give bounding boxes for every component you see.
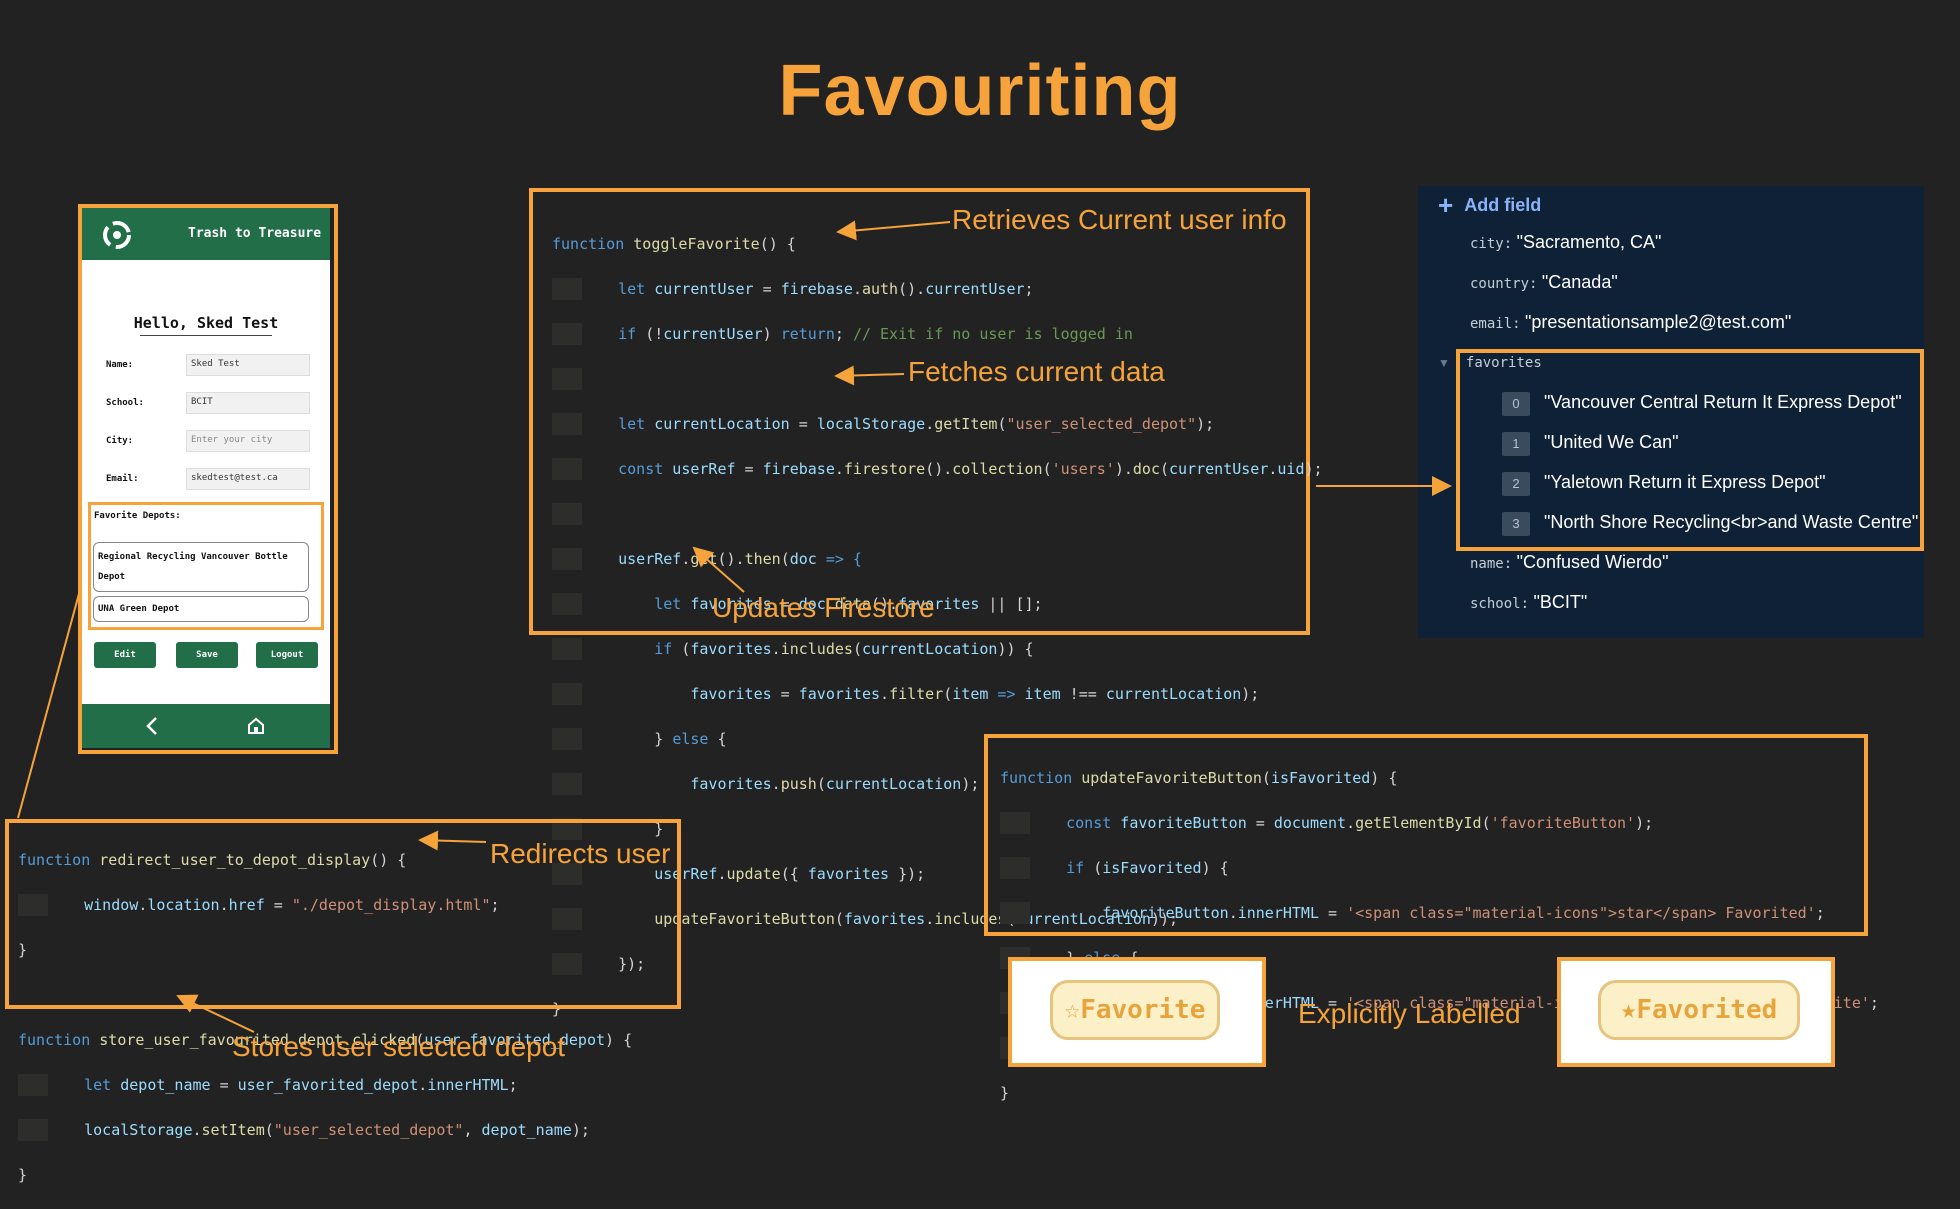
email-label: Email: <box>106 474 139 484</box>
code-line: if (favorites.includes(currentLocation))… <box>552 637 1323 660</box>
email-field[interactable]: skedtest@test.ca <box>186 468 310 490</box>
code-line: favoriteButton.innerHTML = '<span class=… <box>1000 901 1879 924</box>
code-line: } <box>18 1165 28 1184</box>
code-line: } <box>1000 1083 1010 1102</box>
code-line: if (isFavorited) { <box>1000 856 1879 879</box>
code-line: } <box>18 940 28 959</box>
annotation-fetches: Fetches current data <box>908 356 1165 387</box>
code-line: userRef.get().then(doc => { <box>552 547 1323 570</box>
field-country[interactable]: country: "Canada" <box>1470 272 1618 293</box>
logout-button[interactable]: Logout <box>256 642 318 668</box>
add-field-button[interactable]: + Add field <box>1438 190 1541 221</box>
bottom-nav <box>82 704 330 748</box>
home-icon[interactable] <box>246 716 266 741</box>
code-line: localStorage.setItem("user_selected_depo… <box>18 1118 632 1141</box>
plus-icon: + <box>1438 190 1454 220</box>
code-line: let favorites = doc.data().favorites || … <box>552 592 1323 615</box>
annotation-redirects: Redirects user <box>490 838 671 869</box>
app-title: Trash to Treasure <box>188 226 322 241</box>
field-school[interactable]: school: "BCIT" <box>1470 592 1587 613</box>
annotation-retrieves: Retrieves Current user info <box>952 204 1287 235</box>
redirect-code: function redirect_user_to_depot_display(… <box>18 826 632 1209</box>
code-line: favorites = favorites.filter(item => ite… <box>552 682 1323 705</box>
favorite-depot-item[interactable]: Regional Recycling Vancouver Bottle Depo… <box>93 542 309 592</box>
code-line: window.location.href = "./depot_display.… <box>18 893 632 916</box>
annotation-explicit: Explicitly Labelled <box>1298 998 1521 1029</box>
school-label: School: <box>106 398 144 408</box>
save-button[interactable]: Save <box>176 642 238 668</box>
city-field[interactable]: Enter your city <box>186 430 310 452</box>
greeting: Hello, Sked Test <box>133 314 279 332</box>
field-name[interactable]: name: "Confused Wierdo" <box>1470 552 1668 573</box>
greeting-underline <box>140 335 272 336</box>
code-line <box>552 502 1323 525</box>
field-email[interactable]: email: "presentationsample2@test.com" <box>1470 312 1791 333</box>
city-label: City: <box>106 436 134 446</box>
slide-title: Favouriting <box>778 51 1182 131</box>
code-line: let currentLocation = localStorage.getIt… <box>552 412 1323 435</box>
annotation-updates: Updates Firestore <box>712 592 935 623</box>
edit-button[interactable]: Edit <box>94 642 156 668</box>
field-city[interactable]: city: "Sacramento, CA" <box>1470 232 1661 253</box>
favorited-button[interactable]: ★Favorited <box>1598 980 1800 1040</box>
favorite-depots-heading: Favorite Depots: <box>94 511 181 521</box>
code-line: let currentUser = firebase.auth().curren… <box>552 277 1323 300</box>
update-button-code: function updateFavoriteButton(isFavorite… <box>1000 744 1879 1127</box>
code-line: const userRef = firebase.firestore().col… <box>552 457 1323 480</box>
favorite-button[interactable]: ☆Favorite <box>1050 980 1220 1040</box>
favorites-highlight-box <box>1456 349 1924 551</box>
code-line: function updateFavoriteButton(isFavorite… <box>1000 768 1398 787</box>
code-line: if (!currentUser) return; // Exit if no … <box>552 322 1323 345</box>
school-field[interactable]: BCIT <box>186 392 310 414</box>
annotation-stores: Stores user selected depot <box>232 1031 566 1062</box>
name-field[interactable]: Sked Test <box>186 354 310 376</box>
arrow-phone-link <box>17 589 81 819</box>
star-filled-icon: ★ <box>1620 995 1637 1025</box>
favorite-depot-item[interactable]: UNA Green Depot <box>93 596 309 622</box>
chevron-down-icon[interactable]: ▼ <box>1438 356 1450 370</box>
code-line: const favoriteButton = document.getEleme… <box>1000 811 1879 834</box>
back-arrow-icon[interactable] <box>144 716 160 741</box>
star-outline-icon: ☆ <box>1064 995 1081 1025</box>
name-label: Name: <box>106 360 134 370</box>
code-line: let depot_name = user_favorited_depot.in… <box>18 1073 632 1096</box>
phone-screen: Trash to Treasure Hello, Sked Test Name:… <box>82 208 330 748</box>
app-header: Trash to Treasure <box>82 208 330 260</box>
recycle-icon <box>100 218 134 257</box>
